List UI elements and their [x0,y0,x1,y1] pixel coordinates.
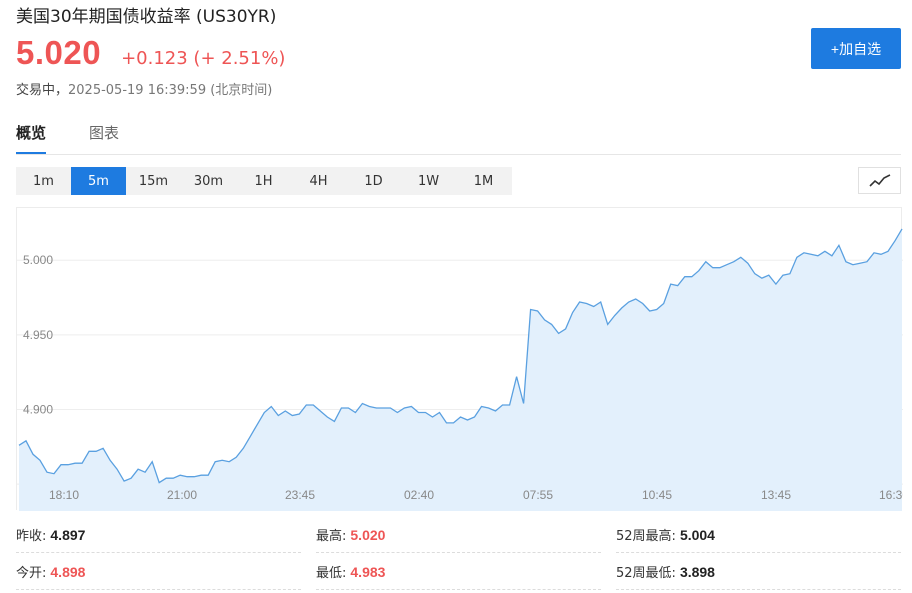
interval-1mo[interactable]: 1M [456,167,511,195]
add-watchlist-button[interactable]: +加自选 [811,28,901,69]
stat-52w-low: 52周最低: 3.898 [616,554,901,590]
trading-status-label: 交易中， [16,83,69,98]
interval-5m[interactable]: 5m [71,167,126,195]
market-status: 交易中，2025-05-19 16:39:59 (北京时间) [16,79,272,98]
stats-row: 昨收: 4.897 最高: 5.020 52周最高: 5.004 [16,517,901,554]
tab-chart[interactable]: 图表 [89,122,119,154]
stat-value: 4.897 [50,526,86,543]
stats-row: 今开: 4.898 最低: 4.983 52周最低: 3.898 [16,554,901,591]
x-tick-label: 07:55 [523,488,553,502]
stat-value: 5.020 [350,526,386,543]
y-tick-label: 4.950 [23,328,53,342]
x-tick-label: 23:45 [285,488,315,502]
stat-value: 4.983 [350,563,386,580]
price-change: +0.123 (+ 2.51%) [121,48,286,69]
line-chart-icon [868,173,890,187]
stat-open: 今开: 4.898 [16,554,301,590]
stat-value: 4.898 [50,563,86,580]
tab-bar: 概览 图表 [16,118,901,155]
x-tick-label: 13:45 [761,488,791,502]
interval-1m[interactable]: 1m [16,167,71,195]
area-fill [19,228,902,511]
stat-label: 52周最高: [616,529,676,544]
x-tick-label: 10:45 [642,488,672,502]
price-chart: 4.8504.9004.9505.00018:1021:0023:4502:40… [16,207,903,511]
stat-low: 最低: 4.983 [316,554,601,590]
tab-overview[interactable]: 概览 [16,122,47,154]
quote-row: 5.020 +0.123 (+ 2.51%) [16,34,286,71]
stat-label: 今开: [16,566,47,581]
stat-high: 最高: 5.020 [316,517,601,553]
interval-4h[interactable]: 4H [291,167,346,195]
stats-table: 昨收: 4.897 最高: 5.020 52周最高: 5.004 今开: 4.898 最… [16,517,901,591]
interval-30m[interactable]: 30m [181,167,236,195]
stat-label: 最低: [316,566,347,581]
interval-1d[interactable]: 1D [346,167,401,195]
interval-selector: 1m 5m 15m 30m 1H 4H 1D 1W 1M [16,167,512,195]
stat-prev-close: 昨收: 4.897 [16,517,301,553]
interval-1w[interactable]: 1W [401,167,456,195]
y-tick-label: 5.000 [23,253,53,267]
interval-1h[interactable]: 1H [236,167,291,195]
y-tick-label: 4.900 [23,403,53,417]
stat-value: 5.004 [679,526,715,543]
x-tick-label: 02:40 [404,488,434,502]
x-tick-label: 21:00 [167,488,197,502]
stat-52w-high: 52周最高: 5.004 [616,517,901,553]
stat-value: 3.898 [679,563,715,580]
stat-label: 最高: [316,529,347,544]
x-tick-label: 18:10 [49,488,79,502]
page-title: 美国30年期国债收益率 (US30YR) [16,7,277,27]
stat-label: 52周最低: [616,566,676,581]
current-price: 5.020 [16,34,102,71]
quote-timestamp: 2025-05-19 16:39:59 (北京时间) [68,83,273,98]
x-tick-label: 16:30 [879,488,903,502]
chart-type-toggle[interactable] [858,167,901,194]
stat-label: 昨收: [16,529,47,544]
interval-15m[interactable]: 15m [126,167,181,195]
chart-svg: 4.8504.9004.9505.00018:1021:0023:4502:40… [17,228,903,511]
